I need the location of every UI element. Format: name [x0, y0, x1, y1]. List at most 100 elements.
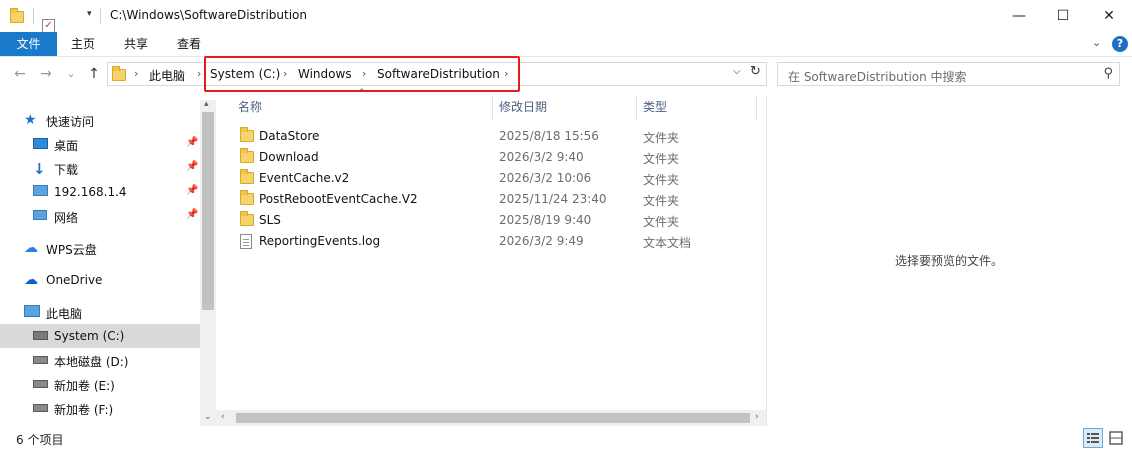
- sidebar-item-label: 此电脑: [46, 307, 83, 321]
- tab-share[interactable]: 共享: [115, 32, 157, 56]
- refresh-icon[interactable]: ↻: [750, 64, 761, 79]
- minimize-button[interactable]: —: [996, 0, 1042, 32]
- text-file-icon: [240, 234, 252, 249]
- column-separator[interactable]: [636, 96, 637, 120]
- network-icon: [33, 210, 47, 220]
- sidebar-item-network[interactable]: 网络 📌: [0, 204, 200, 228]
- breadcrumb-separator[interactable]: ›: [134, 67, 138, 80]
- file-type: 文本文档: [643, 236, 692, 250]
- sidebar-item-wps-cloud[interactable]: ☁ WPS云盘: [0, 236, 200, 260]
- details-view-icon: [1087, 433, 1099, 443]
- sidebar-item-volume-f[interactable]: 新加卷 (F:): [0, 396, 200, 420]
- large-icons-view-button[interactable]: [1106, 428, 1126, 448]
- file-modified: 2025/11/24 23:40: [499, 192, 607, 206]
- file-row[interactable]: ReportingEvents.log 2026/3/2 9:49 文本文档: [222, 231, 758, 252]
- maximize-button[interactable]: ☐: [1040, 0, 1086, 32]
- scroll-up-icon[interactable]: ▴: [204, 99, 209, 109]
- tab-home[interactable]: 主页: [62, 32, 104, 56]
- sort-ascending-icon: ⌃: [358, 88, 366, 98]
- chevron-down-icon[interactable]: ⌄: [1092, 36, 1101, 49]
- file-name: Download: [259, 150, 319, 164]
- column-header-type[interactable]: 类型: [643, 96, 667, 118]
- breadcrumb-separator[interactable]: ›: [197, 67, 201, 80]
- customize-toolbar-icon[interactable]: ▾: [87, 9, 92, 19]
- pin-icon[interactable]: 📌: [186, 137, 198, 148]
- file-type: 文件夹: [643, 215, 680, 229]
- sidebar-item-this-pc[interactable]: 此电脑: [0, 300, 200, 324]
- scroll-right-icon[interactable]: ›: [755, 412, 759, 422]
- sidebar-item-local-disk-d[interactable]: 本地磁盘 (D:): [0, 348, 200, 372]
- sidebar-item-downloads[interactable]: ↓ 下载 📌: [0, 156, 200, 180]
- file-modified: 2026/3/2 9:40: [499, 150, 584, 164]
- file-row[interactable]: EventCache.v2 2026/3/2 10:06 文件夹: [222, 168, 758, 189]
- file-modified: 2026/3/2 10:06: [499, 171, 592, 185]
- scroll-down-icon[interactable]: ⌄: [204, 412, 212, 422]
- sidebar-item-onedrive[interactable]: ☁ OneDrive: [0, 268, 200, 292]
- sidebar-item-label: 新加卷 (E:): [54, 379, 115, 393]
- file-modified: 2025/8/18 15:56: [499, 129, 599, 143]
- search-input[interactable]: 在 SoftwareDistribution 中搜索: [788, 68, 967, 85]
- sidebar-scrollbar-thumb[interactable]: [202, 112, 214, 310]
- file-type: 文件夹: [643, 194, 680, 208]
- folder-icon: [10, 8, 24, 23]
- drive-icon: [33, 380, 48, 388]
- sidebar-item-192-168-1-4[interactable]: 192.168.1.4 📌: [0, 180, 200, 204]
- sidebar-item-label: WPS云盘: [46, 243, 97, 257]
- sidebar-item-volume-e[interactable]: 新加卷 (E:): [0, 372, 200, 396]
- column-separator[interactable]: [756, 96, 757, 120]
- up-button[interactable]: ↑: [84, 64, 104, 84]
- sidebar-item-desktop[interactable]: 桌面 📌: [0, 132, 200, 156]
- file-type: 文件夹: [643, 152, 680, 166]
- close-button[interactable]: ✕: [1086, 0, 1132, 32]
- toolbar-separator: [33, 8, 34, 24]
- search-icon[interactable]: ⚲: [1103, 66, 1113, 81]
- pin-icon[interactable]: 📌: [186, 209, 198, 220]
- folder-icon: [240, 127, 254, 142]
- column-header-name[interactable]: 名称: [238, 96, 262, 118]
- cloud-icon: ☁: [24, 240, 38, 256]
- preview-pane-divider[interactable]: [766, 96, 767, 426]
- column-separator[interactable]: [492, 96, 493, 120]
- help-icon[interactable]: ?: [1112, 36, 1128, 52]
- file-modified: 2025/8/19 9:40: [499, 213, 592, 227]
- star-icon: ★: [24, 112, 37, 128]
- status-item-count: 6 个项目: [16, 433, 64, 447]
- search-box[interactable]: 在 SoftwareDistribution 中搜索 ⚲: [777, 62, 1120, 86]
- folder-icon: [112, 66, 126, 81]
- folder-icon: [240, 211, 254, 226]
- file-row[interactable]: PostRebootEventCache.V2 2025/11/24 23:40…: [222, 189, 758, 210]
- sidebar-item-quick-access[interactable]: ★ 快速访问: [0, 108, 200, 132]
- properties-icon[interactable]: ✓: [42, 19, 55, 33]
- details-view-button[interactable]: [1083, 428, 1103, 448]
- folder-icon: [240, 148, 254, 163]
- desktop-icon: [33, 138, 48, 149]
- pin-icon[interactable]: 📌: [186, 161, 198, 172]
- tab-file[interactable]: 文件: [0, 32, 57, 56]
- file-modified: 2026/3/2 9:49: [499, 234, 584, 248]
- recent-locations-button[interactable]: ⌄: [64, 64, 78, 84]
- file-type: 文件夹: [643, 131, 680, 145]
- folder-icon: [240, 190, 254, 205]
- pin-icon[interactable]: 📌: [186, 185, 198, 196]
- forward-button[interactable]: →: [36, 64, 56, 84]
- sidebar-item-system-c[interactable]: System (C:): [0, 324, 200, 348]
- back-button[interactable]: ←: [10, 64, 30, 84]
- file-row[interactable]: Download 2026/3/2 9:40 文件夹: [222, 147, 758, 168]
- address-dropdown-icon[interactable]: ⌵: [733, 66, 741, 77]
- computer-icon: [24, 305, 40, 317]
- column-header-modified[interactable]: 修改日期: [499, 96, 547, 118]
- file-name: ReportingEvents.log: [259, 234, 381, 248]
- sidebar-item-label: 下载: [54, 163, 79, 177]
- file-list-scrollbar-thumb[interactable]: [236, 413, 750, 423]
- download-icon: ↓: [33, 160, 46, 178]
- breadcrumb-this-pc[interactable]: 此电脑: [149, 67, 185, 84]
- sidebar-item-label: System (C:): [54, 329, 125, 343]
- tab-view[interactable]: 查看: [168, 32, 210, 56]
- file-row[interactable]: SLS 2025/8/19 9:40 文件夹: [222, 210, 758, 231]
- ribbon-tabs: 文件 主页 共享 查看 ⌄: [0, 32, 1132, 56]
- file-name: SLS: [259, 213, 281, 227]
- preview-message: 选择要预览的文件。: [895, 254, 1004, 268]
- scroll-left-icon[interactable]: ‹: [221, 412, 225, 422]
- title-bar: ✓ ▾ C:\Windows\SoftwareDistribution — ☐ …: [0, 0, 1132, 49]
- file-row[interactable]: DataStore 2025/8/18 15:56 文件夹: [222, 126, 758, 147]
